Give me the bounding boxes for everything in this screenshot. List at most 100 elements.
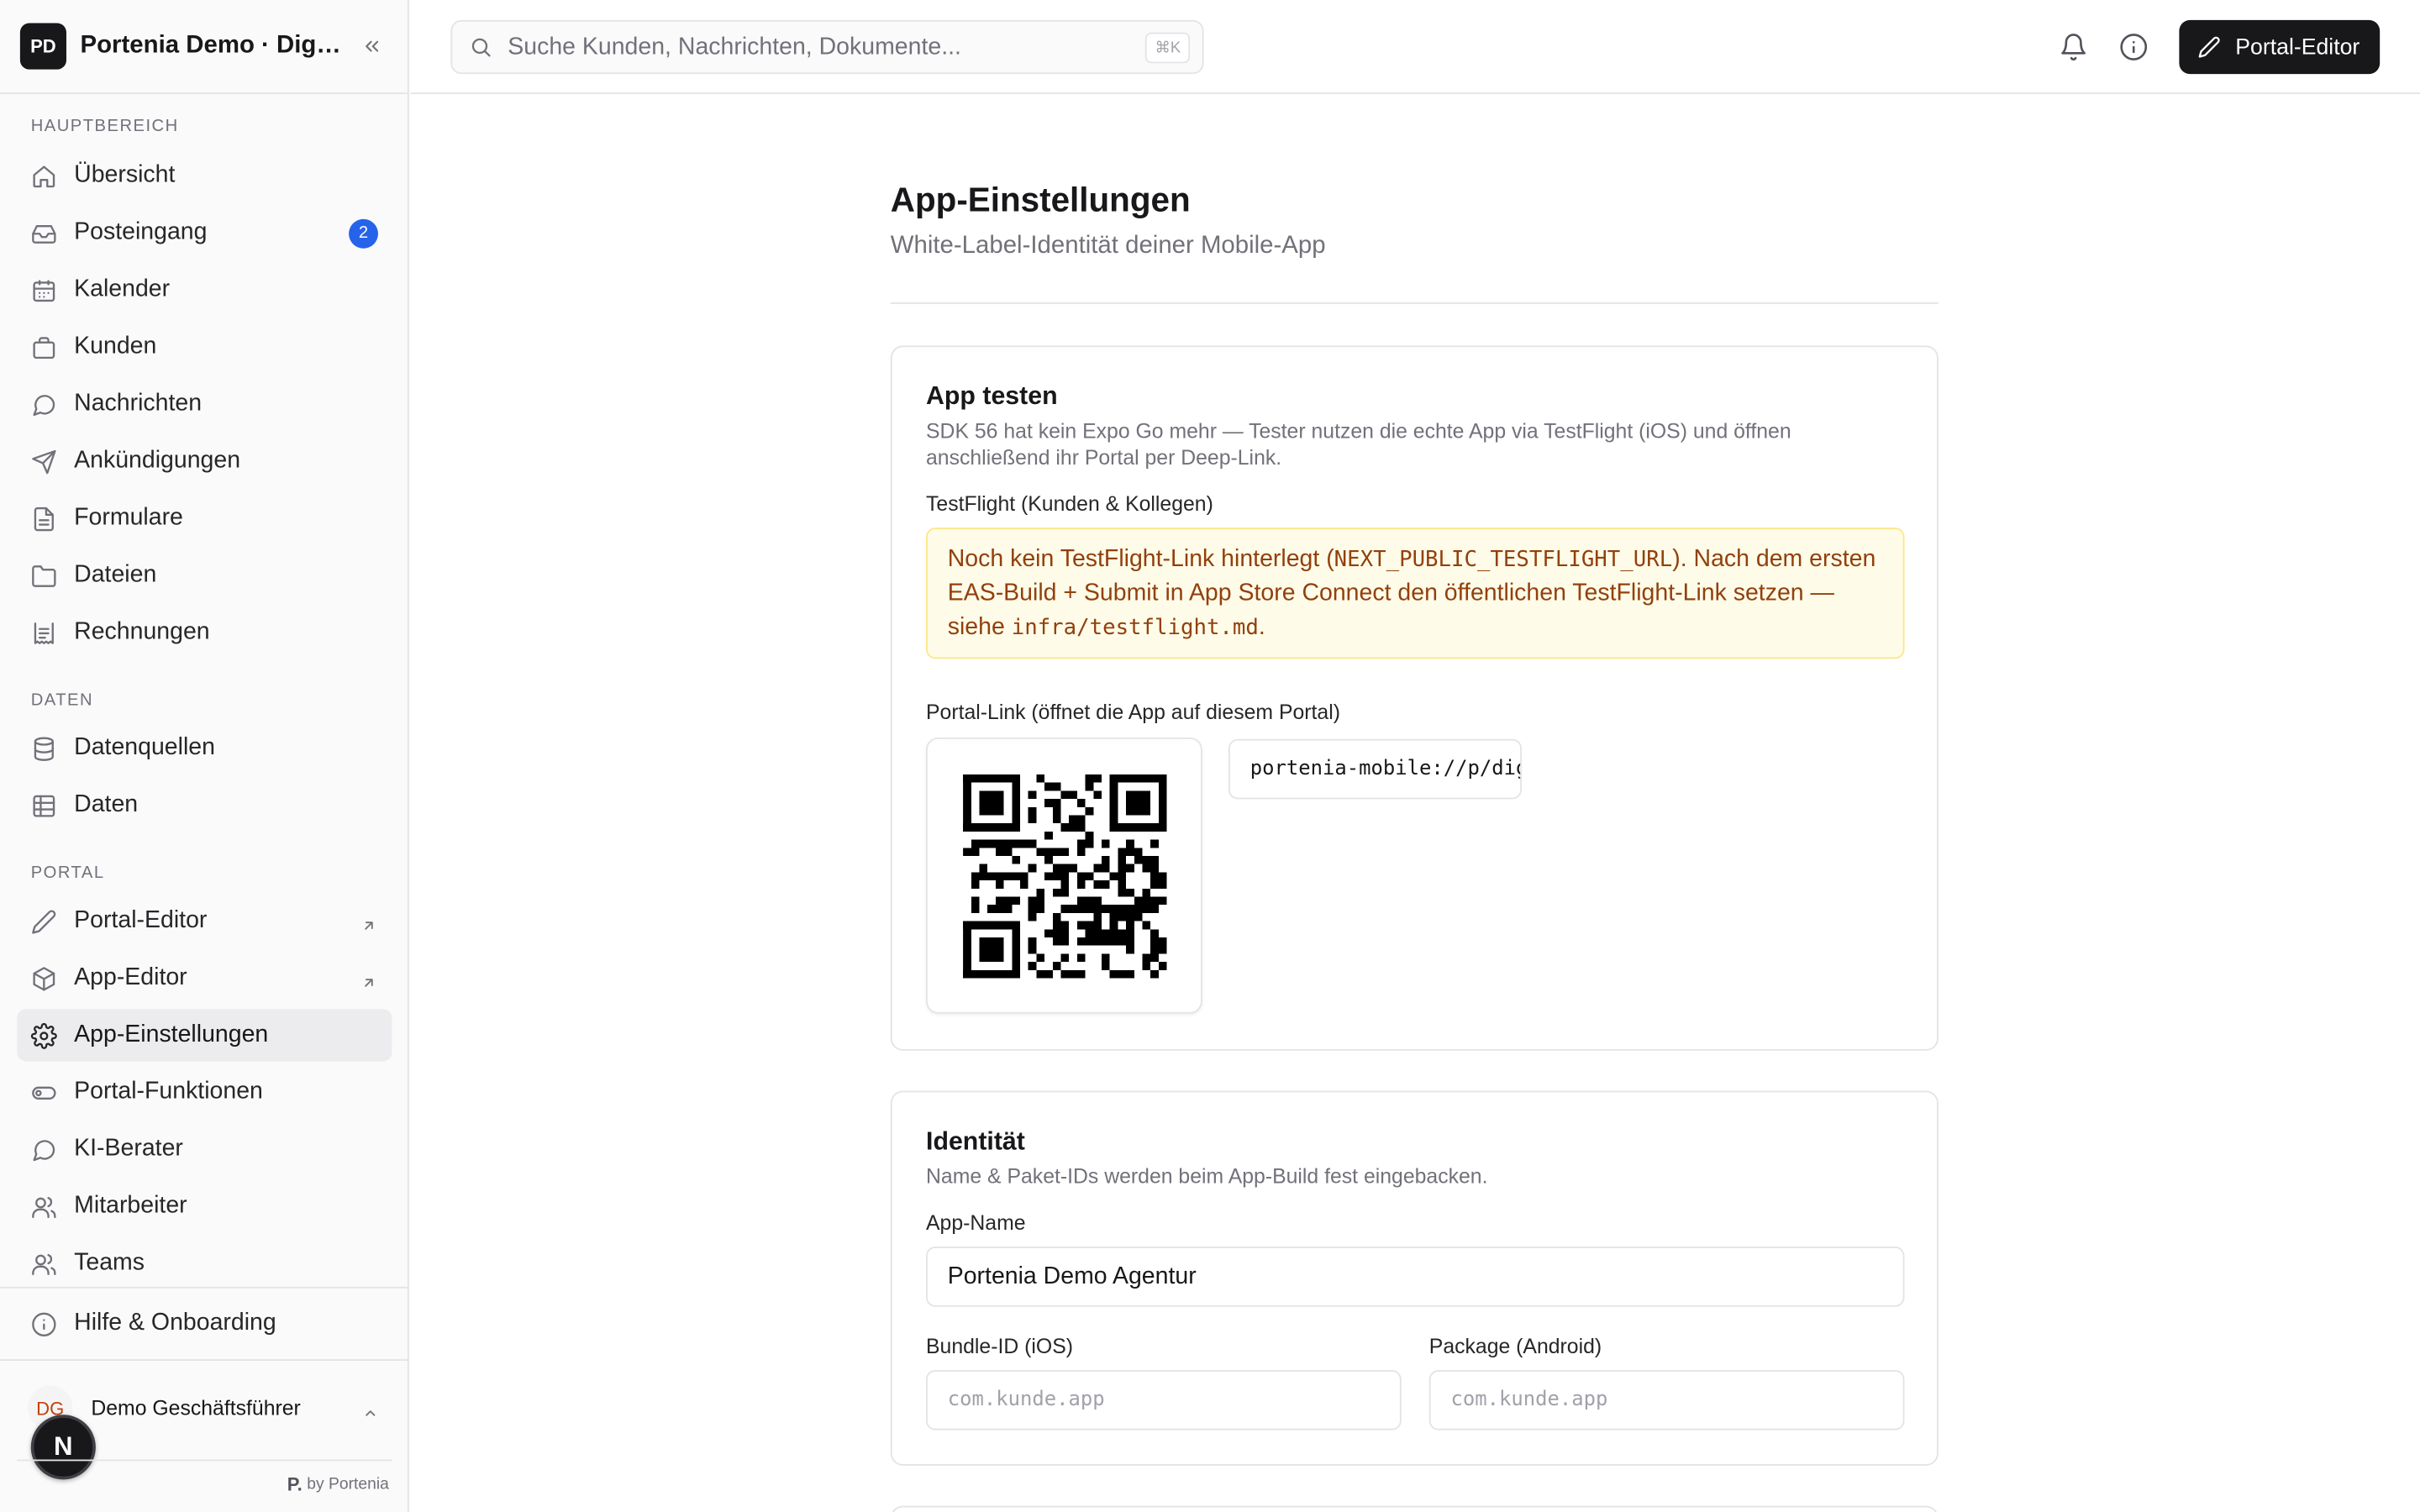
- chevron-up-icon[interactable]: [363, 1401, 378, 1416]
- sidebar-item-portal-editor[interactable]: Portal-Editor: [17, 895, 392, 947]
- portal-editor-label: Portal-Editor: [2235, 34, 2360, 60]
- sidebar-item-help[interactable]: Hilfe & Onboarding: [17, 1298, 392, 1350]
- warning-env-var: NEXT_PUBLIC_TESTFLIGHT_URL: [1334, 548, 1673, 573]
- card-description: Name & Paket-IDs werden beim App-Build f…: [926, 1164, 1488, 1189]
- section-label-data: DATEN: [30, 690, 94, 710]
- sidebar-item-label: Portal-Funktionen: [74, 1078, 263, 1105]
- workspace-switcher[interactable]: PD Portenia Demo · Digitalagentur: [0, 0, 408, 95]
- table-icon: [31, 792, 57, 818]
- sidebar-item-app-settings[interactable]: App-Einstellungen: [17, 1009, 392, 1062]
- sidebar-item-label: Ankündigungen: [74, 447, 241, 474]
- qr-code-graphic: [963, 774, 1167, 979]
- bell-icon[interactable]: [2059, 33, 2088, 62]
- sidebar-item-inbox[interactable]: Posteingang 2: [17, 207, 392, 259]
- search-shortcut: ⌘K: [1145, 32, 1191, 64]
- receipt-icon: [31, 619, 57, 645]
- sidebar-item-label: Datenquellen: [74, 734, 215, 761]
- sidebar-item-label: Kunden: [74, 333, 157, 360]
- sidebar-item-label: Hilfe & Onboarding: [74, 1310, 276, 1336]
- sidebar-item-label: Kalender: [74, 276, 171, 302]
- database-icon: [31, 735, 57, 761]
- workspace-name: Portenia Demo · Digitalagentur: [80, 32, 346, 59]
- sidebar-item-data[interactable]: Daten: [17, 780, 392, 832]
- info-icon[interactable]: [2119, 33, 2149, 62]
- section-label-main: HAUPTBEREICH: [30, 117, 179, 136]
- header-divider: [890, 302, 1939, 304]
- warning-doc-path: infra/testflight.md: [1011, 615, 1259, 641]
- app-name-input[interactable]: Portenia Demo Agentur: [926, 1247, 1905, 1307]
- sidebar: PD Portenia Demo · Digitalagentur HAUPTB…: [0, 0, 409, 1512]
- bundle-id-input[interactable]: com.kunde.app: [926, 1369, 1402, 1431]
- info-icon: [31, 1310, 57, 1336]
- sidebar-item-label: Mitarbeiter: [74, 1192, 187, 1219]
- external-link-icon: [361, 913, 376, 930]
- sidebar-item-label: KI-Berater: [74, 1135, 183, 1163]
- card-description: SDK 56 hat kein Expo Go mehr — Tester nu…: [926, 419, 1791, 470]
- gear-icon: [30, 1022, 57, 1048]
- app-test-card: App testen SDK 56 hat kein Expo Go mehr …: [890, 345, 1939, 1051]
- byline-text: by Portenia: [307, 1474, 389, 1494]
- workspace-logo: PD: [19, 23, 66, 70]
- warning-text: .: [1258, 614, 1265, 641]
- sidebar-item-files[interactable]: Dateien: [17, 549, 392, 601]
- sidebar-item-employees[interactable]: Mitarbeiter: [17, 1180, 392, 1232]
- box-icon: [31, 965, 57, 991]
- portal-link-label: Portal-Link (öffnet die App auf diesem P…: [926, 700, 1341, 724]
- package-label: Package (Android): [1428, 1334, 1602, 1358]
- byline: P. by Portenia: [287, 1473, 389, 1495]
- sidebar-item-datasources[interactable]: Datenquellen: [17, 722, 392, 774]
- chat-icon: [31, 1137, 57, 1163]
- search-placeholder: Suche Kunden, Nachrichten, Dokumente...: [508, 33, 961, 60]
- inbox-icon: [31, 220, 57, 246]
- users-icon: [31, 1194, 57, 1220]
- sidebar-item-messages[interactable]: Nachrichten: [17, 378, 392, 430]
- chat-icon: [31, 391, 57, 417]
- sidebar-divider: [17, 1459, 392, 1462]
- briefcase-icon: [31, 334, 57, 360]
- sidebar-item-label: Übersicht: [74, 161, 176, 189]
- portal-editor-button[interactable]: Portal-Editor: [2180, 19, 2381, 75]
- page-subtitle: White-Label-Identität deiner Mobile-App: [890, 233, 1326, 260]
- sidebar-divider: [0, 1286, 409, 1289]
- portal-link-field[interactable]: portenia-mobile://p/digitalagentur: [1228, 738, 1522, 800]
- search-icon: [469, 35, 492, 59]
- file-icon: [31, 506, 57, 532]
- package-input[interactable]: com.kunde.app: [1428, 1369, 1905, 1431]
- sidebar-item-label: Nachrichten: [74, 390, 203, 417]
- users-icon: [31, 1251, 57, 1277]
- dev-tools-badge[interactable]: N: [30, 1415, 96, 1480]
- sidebar-item-label: Rechnungen: [74, 618, 210, 645]
- sidebar-item-ai-advisor[interactable]: KI-Berater: [17, 1123, 392, 1175]
- sidebar-item-forms[interactable]: Formulare: [17, 492, 392, 544]
- warning-text: Noch kein TestFlight-Link hinterlegt (: [947, 546, 1334, 573]
- sidebar-item-teams[interactable]: Teams: [17, 1237, 392, 1289]
- bundle-id-label: Bundle-ID (iOS): [926, 1334, 1074, 1358]
- sidebar-item-overview[interactable]: Übersicht: [17, 150, 392, 202]
- pencil-icon: [31, 908, 57, 934]
- sidebar-item-label: Daten: [74, 791, 139, 818]
- card-title: Identität: [926, 1127, 1025, 1156]
- card-title: App testen: [926, 382, 1058, 411]
- sidebar-item-calendar[interactable]: Kalender: [17, 264, 392, 316]
- section-label-portal: PORTAL: [30, 864, 105, 883]
- portal-qr-code: [926, 737, 1202, 1014]
- sidebar-item-label: Portal-Editor: [74, 906, 208, 934]
- sidebar-item-app-editor[interactable]: App-Editor: [17, 952, 392, 1004]
- user-name: Demo Geschäftsführer: [91, 1396, 301, 1420]
- next-settings-card: [890, 1505, 1939, 1512]
- toggle-icon: [31, 1079, 57, 1105]
- external-link-icon: [361, 970, 376, 987]
- sidebar-item-customers[interactable]: Kunden: [17, 321, 392, 373]
- sidebar-item-portal-features[interactable]: Portal-Funktionen: [17, 1066, 392, 1118]
- identity-card: Identität Name & Paket-IDs werden beim A…: [890, 1090, 1939, 1466]
- sidebar-item-label: App-Einstellungen: [74, 1021, 269, 1048]
- folder-icon: [31, 562, 57, 588]
- collapse-sidebar-icon[interactable]: [358, 33, 386, 60]
- sidebar-item-invoices[interactable]: Rechnungen: [17, 606, 392, 659]
- sidebar-item-announcements[interactable]: Ankündigungen: [17, 435, 392, 487]
- send-icon: [31, 449, 57, 475]
- app-root: PD Portenia Demo · Digitalagentur HAUPTB…: [0, 0, 2420, 1512]
- portenia-mark: P.: [287, 1473, 302, 1495]
- calendar-icon: [31, 277, 57, 303]
- search-input[interactable]: Suche Kunden, Nachrichten, Dokumente... …: [450, 19, 1204, 75]
